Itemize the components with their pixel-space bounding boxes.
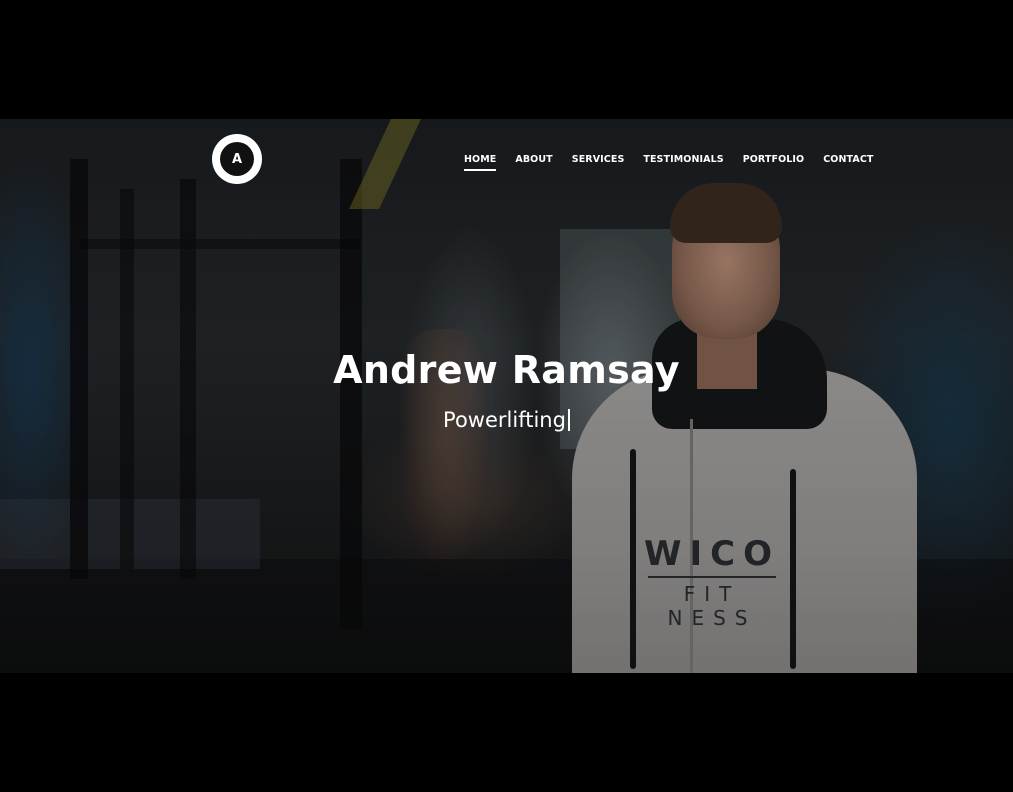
nav-about[interactable]: ABOUT — [515, 154, 552, 171]
hoodie-logo-divider — [648, 576, 776, 578]
gym-bench — [0, 499, 260, 569]
nav-services[interactable]: SERVICES — [572, 154, 625, 171]
nav-contact[interactable]: CONTACT — [823, 154, 873, 171]
rack-post — [340, 159, 362, 629]
coach-hair — [670, 183, 782, 243]
page: WICO FIT NESS A HOME ABOUT SERVICES TEST… — [0, 0, 1013, 792]
text-cursor — [567, 409, 570, 431]
typed-text: Powerlifting — [443, 408, 566, 432]
hoodie-logo-bottom: FIT NESS — [667, 582, 757, 630]
brand-logo[interactable]: A — [212, 134, 262, 184]
hero-subtitle: Powerlifting — [0, 408, 1013, 432]
yellow-strap — [349, 119, 421, 209]
dumbbell-logo-icon: A — [220, 142, 254, 176]
drawstring — [630, 449, 636, 669]
hoodie-logo-top: WICO — [643, 534, 780, 574]
rack-bar — [80, 239, 360, 249]
nav-portfolio[interactable]: PORTFOLIO — [743, 154, 805, 171]
hero-section: WICO FIT NESS — [0, 119, 1013, 673]
hoodie-logo: WICO FIT NESS — [642, 534, 782, 630]
main-nav: HOME ABOUT SERVICES TESTIMONIALS PORTFOL… — [464, 154, 873, 171]
nav-home[interactable]: HOME — [464, 154, 497, 171]
drawstring — [790, 469, 796, 669]
nav-testimonials[interactable]: TESTIMONIALS — [643, 154, 723, 171]
hero-title: Andrew Ramsay — [333, 348, 680, 392]
